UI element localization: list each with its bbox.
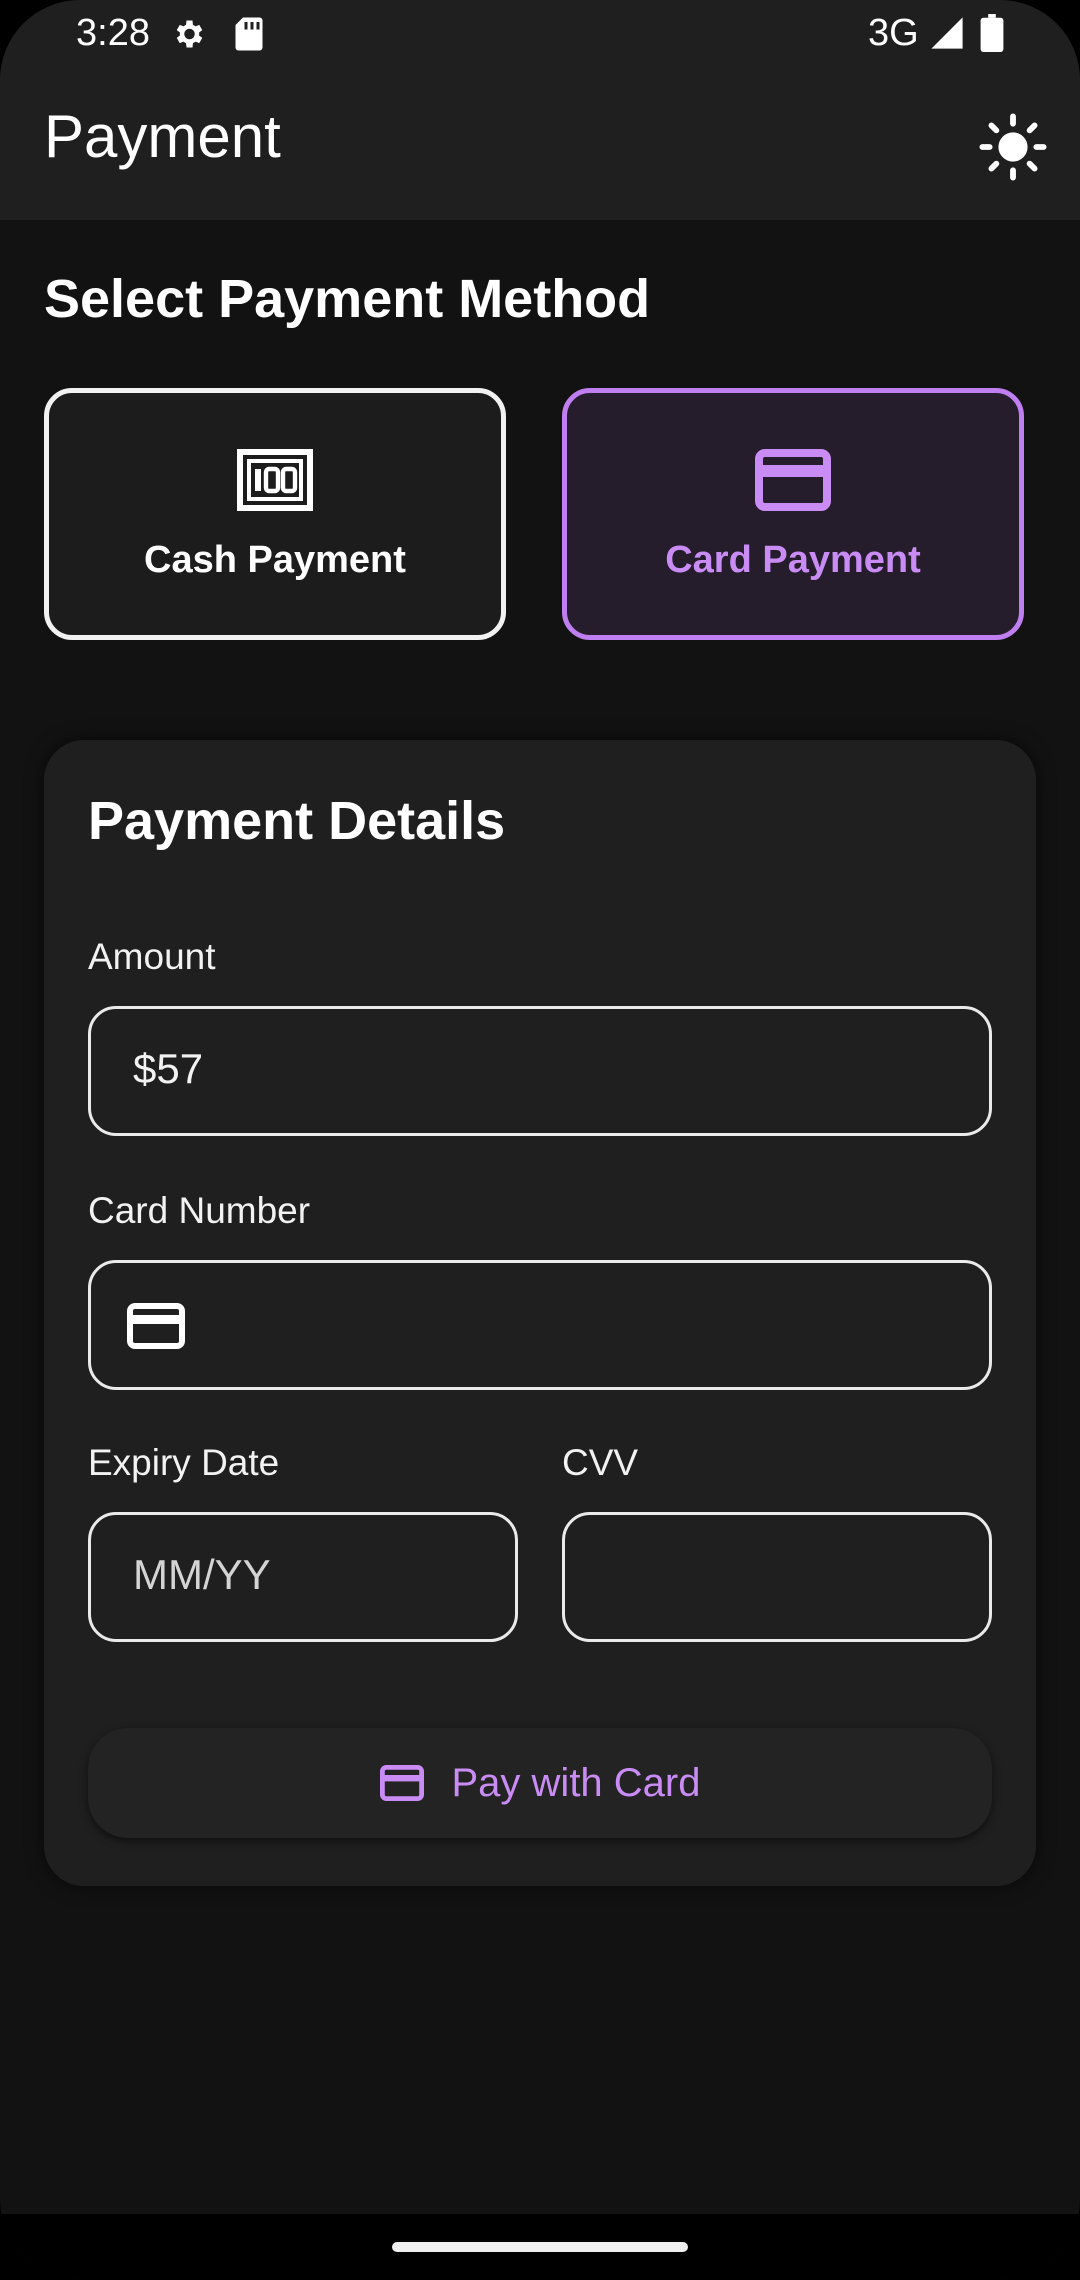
card-payment-option[interactable]: Card Payment xyxy=(562,388,1024,640)
card-number-field[interactable] xyxy=(88,1260,992,1390)
network-type: 3G xyxy=(868,12,919,54)
payment-details-panel: Payment Details Amount $57 Card Number E… xyxy=(44,740,1036,1886)
expiry-date-placeholder: MM/YY xyxy=(133,1551,271,1598)
credit-card-icon xyxy=(127,1303,185,1349)
cell-signal-icon xyxy=(931,17,963,49)
status-bar: 3:28 3G xyxy=(0,0,1080,70)
amount-label: Amount xyxy=(88,936,216,977)
cash-icon xyxy=(237,449,313,511)
expiry-date-field[interactable]: MM/YY xyxy=(88,1512,518,1642)
cash-payment-option[interactable]: Cash Payment xyxy=(44,388,506,640)
battery-icon xyxy=(980,14,1004,52)
cash-payment-label: Cash Payment xyxy=(144,539,406,581)
status-time: 3:28 xyxy=(76,12,150,54)
phone-screen: 3:28 3G Payment Select Payment Method Ca… xyxy=(0,0,1080,2280)
credit-card-icon xyxy=(379,1765,424,1801)
cvv-label: CVV xyxy=(562,1442,639,1483)
settings-gear-icon xyxy=(176,20,203,48)
page-title: Payment xyxy=(44,103,281,170)
home-gesture-handle[interactable] xyxy=(392,2242,688,2252)
card-number-label: Card Number xyxy=(88,1190,311,1231)
payment-details-heading: Payment Details xyxy=(88,791,506,851)
credit-card-icon xyxy=(755,449,831,511)
expiry-date-label: Expiry Date xyxy=(88,1442,280,1483)
amount-field[interactable]: $57 xyxy=(88,1006,992,1136)
sun-icon[interactable] xyxy=(978,112,1048,182)
app-bar: Payment xyxy=(0,70,1080,220)
sd-card-icon xyxy=(235,17,263,51)
amount-value: $57 xyxy=(133,1045,204,1092)
pay-with-card-label: Pay with Card xyxy=(451,1760,701,1805)
select-payment-method-heading: Select Payment Method xyxy=(44,269,651,329)
pay-with-card-button[interactable]: Pay with Card xyxy=(88,1728,992,1838)
card-payment-label: Card Payment xyxy=(665,539,921,581)
cvv-field[interactable] xyxy=(562,1512,992,1642)
